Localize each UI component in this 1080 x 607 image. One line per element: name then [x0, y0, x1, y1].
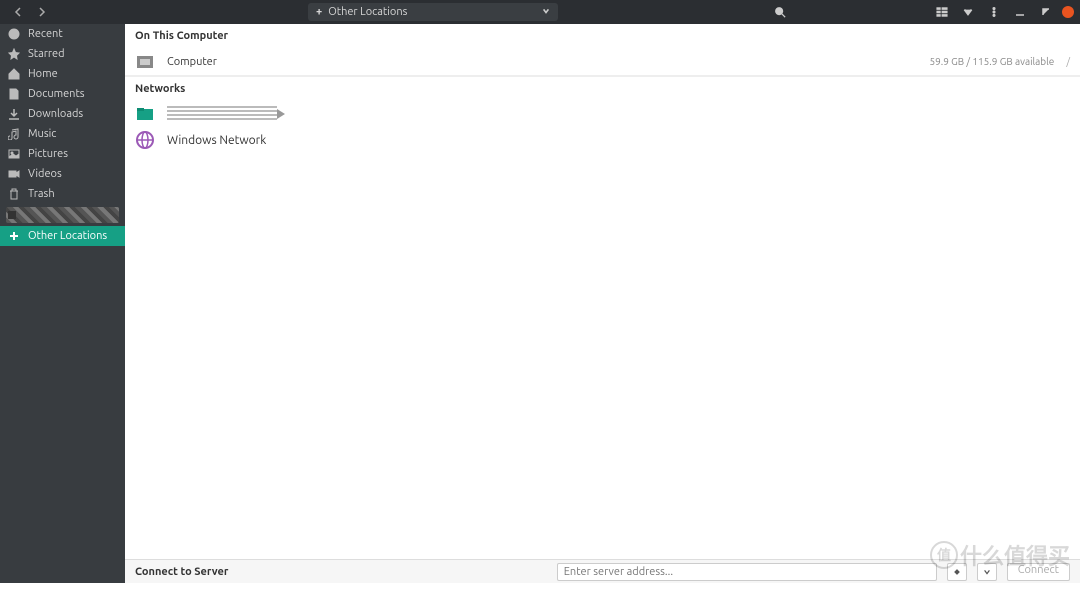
- connect-to-server-bar: Connect to Server Connect: [125, 559, 1080, 583]
- hamburger-menu-button[interactable]: [984, 2, 1004, 22]
- sidebar-item-music[interactable]: Music: [0, 124, 125, 144]
- download-icon: [8, 108, 20, 120]
- sidebar: Recent Starred Home Documents Downloads …: [0, 24, 125, 583]
- server-address-input[interactable]: [557, 563, 937, 581]
- mount-point: /: [1066, 56, 1070, 67]
- music-icon: [8, 128, 20, 140]
- close-button[interactable]: [1062, 6, 1074, 18]
- sidebar-item-label: Music: [28, 128, 56, 140]
- windows-network-label: Windows Network: [167, 134, 266, 147]
- location-label: Other Locations: [328, 6, 407, 18]
- connect-button[interactable]: Connect: [1007, 563, 1070, 581]
- section-on-this-computer: On This Computer: [125, 24, 1080, 48]
- search-button[interactable]: [770, 2, 790, 22]
- sidebar-item-videos[interactable]: Videos: [0, 164, 125, 184]
- back-button[interactable]: [8, 2, 28, 22]
- titlebar: + Other Locations: [0, 0, 1080, 24]
- sidebar-item-label: Recent: [28, 28, 63, 40]
- sidebar-item-label: Documents: [28, 88, 85, 100]
- document-icon: [8, 88, 20, 100]
- windows-network-icon: [135, 130, 155, 150]
- sidebar-item-label: Starred: [28, 48, 65, 60]
- sidebar-item-label: Pictures: [28, 148, 68, 160]
- sidebar-item-label: Videos: [28, 168, 62, 180]
- storage-text: 59.9 GB / 115.9 GB available: [929, 56, 1054, 67]
- sidebar-item-label: Downloads: [28, 108, 83, 120]
- sidebar-item-label: Trash: [28, 188, 55, 200]
- sidebar-item-trash[interactable]: Trash: [0, 184, 125, 204]
- sidebar-item-starred[interactable]: Starred: [0, 44, 125, 64]
- computer-label: Computer: [167, 56, 217, 68]
- location-dropdown[interactable]: + Other Locations: [308, 3, 558, 21]
- trash-icon: [8, 188, 20, 200]
- sidebar-mount-loading[interactable]: [6, 207, 119, 223]
- forward-button[interactable]: [32, 2, 52, 22]
- sidebar-item-downloads[interactable]: Downloads: [0, 104, 125, 124]
- computer-row[interactable]: Computer 59.9 GB / 115.9 GB available /: [125, 48, 1080, 76]
- server-history-button[interactable]: [977, 563, 997, 581]
- home-icon: [8, 68, 20, 80]
- disk-icon: [135, 52, 155, 72]
- plus-icon: [8, 230, 20, 242]
- view-dropdown-button[interactable]: [958, 2, 978, 22]
- network-folder-icon: [135, 104, 155, 124]
- sidebar-item-home[interactable]: Home: [0, 64, 125, 84]
- connect-label: Connect to Server: [135, 566, 228, 578]
- sidebar-item-label: Other Locations: [28, 230, 107, 242]
- network-row-loading[interactable]: [125, 101, 1080, 127]
- section-networks: Networks: [125, 76, 1080, 101]
- view-list-button[interactable]: [932, 2, 952, 22]
- minimize-button[interactable]: [1010, 2, 1030, 22]
- star-icon: [8, 48, 20, 60]
- chevron-down-icon: [542, 6, 550, 18]
- maximize-button[interactable]: [1036, 2, 1056, 22]
- windows-network-row[interactable]: Windows Network: [125, 127, 1080, 153]
- picture-icon: [8, 148, 20, 160]
- clock-icon: [8, 28, 20, 40]
- plus-icon: +: [316, 6, 322, 18]
- main-pane: On This Computer Computer 59.9 GB / 115.…: [125, 24, 1080, 583]
- video-icon: [8, 168, 20, 180]
- server-hint-button[interactable]: [947, 563, 967, 581]
- sidebar-item-recent[interactable]: Recent: [0, 24, 125, 44]
- sidebar-item-documents[interactable]: Documents: [0, 84, 125, 104]
- loading-placeholder: [167, 106, 277, 122]
- sidebar-item-pictures[interactable]: Pictures: [0, 144, 125, 164]
- sidebar-item-label: Home: [28, 68, 58, 80]
- sidebar-item-other-locations[interactable]: Other Locations: [0, 226, 125, 246]
